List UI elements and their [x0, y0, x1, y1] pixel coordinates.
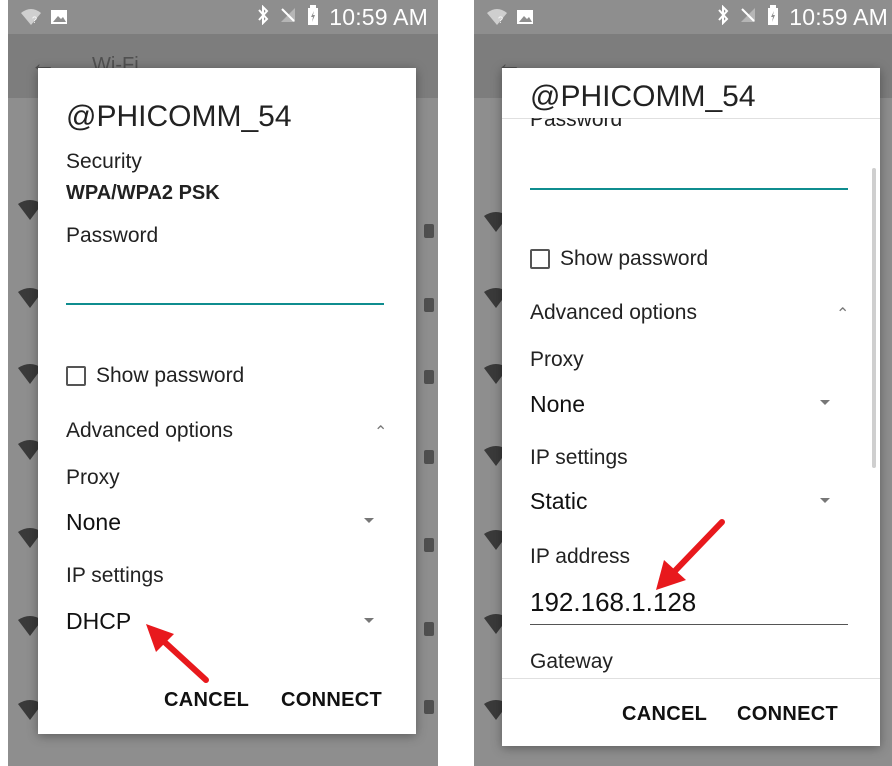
cancel-button[interactable]: CANCEL [164, 689, 249, 712]
gateway-label: Gateway [530, 650, 613, 673]
phone-screen-right: ? 10:59 AM ← @PHICOMM_54 Password Show p… [474, 0, 892, 766]
image-icon [50, 9, 68, 30]
advanced-options-toggle[interactable]: Advanced options [530, 301, 697, 325]
lock-icon [424, 700, 434, 714]
proxy-label: Proxy [530, 348, 584, 371]
wifi-connect-dialog: @PHICOMM_54 Security WPA/WPA2 PSK Passwo… [38, 68, 416, 734]
scrollbar[interactable] [872, 168, 876, 468]
password-input[interactable] [66, 303, 384, 305]
no-sim-icon [739, 6, 757, 29]
lock-icon [424, 622, 434, 636]
proxy-select[interactable]: None [66, 509, 121, 536]
security-value: WPA/WPA2 PSK [66, 182, 220, 204]
ip-settings-select[interactable]: Static [530, 488, 588, 515]
lock-icon [424, 450, 434, 464]
phone-screen-left: ? 10:59 AM ← Wi-Fi @PHICOMM_54 Security … [8, 0, 438, 766]
red-arrow-annotation [146, 624, 209, 683]
security-label: Security [66, 150, 142, 173]
dropdown-caret-icon[interactable] [364, 518, 374, 523]
lock-icon [424, 224, 434, 238]
password-input[interactable] [530, 188, 848, 190]
wifi-connect-dialog: @PHICOMM_54 Password Show password Advan… [502, 68, 880, 746]
ip-settings-label: IP settings [66, 564, 164, 587]
status-bar: ? 10:59 AM [474, 0, 892, 34]
show-password-label[interactable]: Show password [96, 364, 244, 388]
show-password-checkbox[interactable] [66, 366, 86, 386]
ip-address-label: IP address [530, 545, 631, 568]
no-sim-icon [279, 6, 297, 29]
red-arrow-annotation [656, 519, 725, 590]
status-bar: ? 10:59 AM [8, 0, 438, 34]
ip-settings-label: IP settings [530, 446, 628, 469]
battery-icon [307, 5, 319, 30]
dialog-title: @PHICOMM_54 [66, 100, 292, 133]
cancel-button[interactable]: CANCEL [622, 703, 707, 726]
status-time: 10:59 AM [329, 4, 428, 30]
lock-icon [424, 370, 434, 384]
connect-button[interactable]: CONNECT [281, 689, 382, 712]
dropdown-caret-icon[interactable] [820, 498, 830, 503]
dropdown-caret-icon[interactable] [364, 618, 374, 623]
proxy-label: Proxy [66, 466, 120, 489]
ip-settings-select[interactable]: DHCP [66, 608, 131, 635]
battery-icon [767, 5, 779, 30]
svg-text:?: ? [498, 15, 503, 25]
dropdown-caret-icon[interactable] [820, 400, 830, 405]
proxy-select[interactable]: None [530, 391, 585, 418]
wifi-question-icon: ? [20, 8, 42, 31]
lock-icon [424, 298, 434, 312]
chevron-up-icon[interactable]: ⌃ [374, 422, 387, 442]
chevron-up-icon[interactable]: ⌃ [836, 304, 849, 324]
bluetooth-icon [717, 4, 729, 30]
lock-icon [424, 538, 434, 552]
password-label: Password [66, 224, 159, 247]
connect-button[interactable]: CONNECT [737, 703, 838, 726]
footer-divider [502, 678, 880, 679]
ip-address-underline [530, 624, 848, 625]
show-password-label[interactable]: Show password [560, 247, 708, 271]
dialog-title: @PHICOMM_54 [530, 80, 756, 113]
status-time: 10:59 AM [789, 4, 888, 30]
show-password-checkbox[interactable] [530, 249, 550, 269]
bluetooth-icon [257, 4, 269, 30]
advanced-options-toggle[interactable]: Advanced options [66, 419, 233, 443]
wifi-question-icon: ? [486, 8, 508, 31]
image-icon [516, 9, 534, 30]
svg-text:?: ? [32, 15, 37, 25]
